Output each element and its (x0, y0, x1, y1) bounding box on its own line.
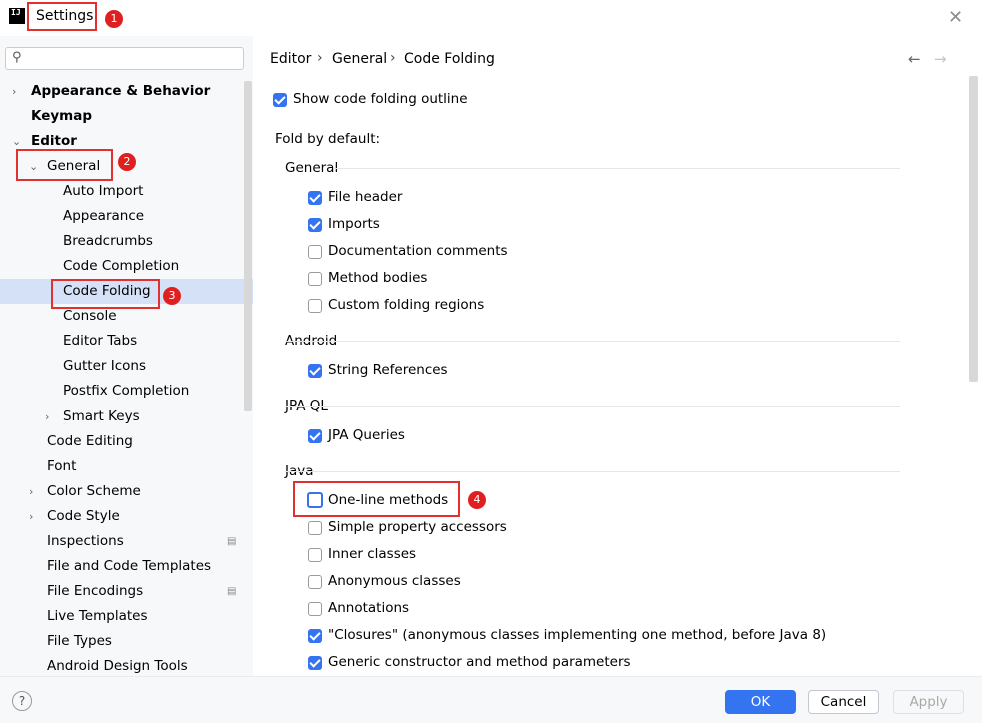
sidebar-item-file-types[interactable]: File Types (47, 629, 112, 654)
annotations-checkbox[interactable] (308, 602, 322, 616)
sidebar-item-code-completion[interactable]: Code Completion (63, 254, 179, 279)
chevron-right-icon[interactable]: › (29, 510, 33, 523)
window-title: Settings (36, 8, 94, 24)
dialog-footer: ? OK Cancel Apply (0, 676, 982, 723)
breadcrumb-separator: › (317, 50, 323, 66)
sidebar-item-general[interactable]: General (47, 154, 100, 179)
method-bodies-label: Method bodies (328, 270, 428, 286)
apply-button[interactable]: Apply (893, 690, 964, 714)
inner-classes-checkbox[interactable] (308, 548, 322, 562)
breadcrumb-code-folding: Code Folding (404, 51, 495, 67)
sidebar-item-console[interactable]: Console (63, 304, 117, 329)
method-bodies-checkbox[interactable] (308, 272, 322, 286)
chevron-down-icon[interactable]: ⌄ (29, 160, 38, 173)
simple-property-accessors-checkbox[interactable] (308, 521, 322, 535)
show-outline-label: Show code folding outline (293, 91, 468, 107)
search-input[interactable]: ⚲ (5, 47, 244, 70)
chevron-right-icon[interactable]: › (45, 410, 49, 423)
annotation-badge-2: 2 (118, 153, 136, 171)
custom-folding-regions-label: Custom folding regions (328, 297, 485, 313)
forward-arrow-icon[interactable]: → (934, 50, 947, 68)
section-separator (285, 471, 900, 472)
help-icon[interactable]: ? (12, 691, 32, 711)
sidebar-item-live-templates[interactable]: Live Templates (47, 604, 148, 629)
inner-classes-label: Inner classes (328, 546, 417, 562)
sidebar-item-code-editing[interactable]: Code Editing (47, 429, 133, 454)
annotation-badge-3: 3 (163, 287, 181, 305)
annotations-label: Annotations (328, 600, 410, 616)
generic-constructor-label: Generic constructor and method parameter… (328, 654, 631, 670)
file-header-checkbox[interactable] (308, 191, 322, 205)
sidebar-item-code-folding[interactable]: Code Folding (63, 279, 151, 304)
cancel-button[interactable]: Cancel (808, 690, 879, 714)
one-line-methods-checkbox[interactable] (307, 492, 323, 508)
documentation-comments-checkbox[interactable] (308, 245, 322, 259)
sidebar-item-gutter-icons[interactable]: Gutter Icons (63, 354, 146, 379)
section-general-title: General (285, 160, 339, 176)
app-logo-icon: IJ (9, 8, 25, 24)
sidebar-item-font[interactable]: Font (47, 454, 76, 479)
breadcrumb-editor[interactable]: Editor (270, 51, 311, 67)
imports-checkbox[interactable] (308, 218, 322, 232)
sidebar-item-code-style[interactable]: Code Style (47, 504, 120, 529)
title-bar: IJ Settings 1 ✕ (0, 0, 982, 36)
sidebar-item-auto-import[interactable]: Auto Import (63, 179, 143, 204)
sidebar-item-inspections[interactable]: Inspections (47, 529, 124, 554)
custom-folding-regions-checkbox[interactable] (308, 299, 322, 313)
sidebar-scrollbar[interactable] (244, 81, 252, 411)
settings-sidebar: ⚲ › Appearance & Behavior Keymap ⌄ Edito… (0, 36, 253, 676)
annotation-badge-1: 1 (105, 10, 123, 28)
section-separator (333, 168, 900, 169)
anonymous-classes-label: Anonymous classes (328, 573, 461, 589)
breadcrumb-general[interactable]: General (332, 51, 387, 67)
section-separator (285, 406, 900, 407)
show-outline-checkbox[interactable] (273, 93, 287, 107)
settings-content: Editor › General › Code Folding ← → Show… (253, 36, 982, 676)
chevron-right-icon[interactable]: › (29, 485, 33, 498)
documentation-comments-label: Documentation comments (328, 243, 508, 259)
generic-constructor-checkbox[interactable] (308, 656, 322, 670)
anonymous-classes-checkbox[interactable] (308, 575, 322, 589)
sidebar-item-appearance-behavior[interactable]: Appearance & Behavior (31, 79, 210, 104)
file-header-label: File header (328, 189, 403, 205)
chevron-right-icon[interactable]: › (12, 85, 16, 98)
jpa-queries-label: JPA Queries (328, 427, 405, 443)
breadcrumb-separator: › (390, 50, 396, 66)
closures-label: "Closures" (anonymous classes implementi… (328, 627, 827, 643)
sidebar-item-postfix-completion[interactable]: Postfix Completion (63, 379, 189, 404)
sidebar-item-keymap[interactable]: Keymap (31, 104, 92, 129)
sidebar-item-breadcrumbs[interactable]: Breadcrumbs (63, 229, 153, 254)
jpa-queries-checkbox[interactable] (308, 429, 322, 443)
back-arrow-icon[interactable]: ← (908, 50, 921, 68)
sidebar-item-android-design-tools[interactable]: Android Design Tools (47, 654, 188, 676)
sidebar-item-appearance[interactable]: Appearance (63, 204, 144, 229)
sidebar-item-color-scheme[interactable]: Color Scheme (47, 479, 141, 504)
fold-by-default-label: Fold by default: (275, 131, 381, 147)
sidebar-item-smart-keys[interactable]: Smart Keys (63, 404, 140, 429)
section-separator (285, 341, 900, 342)
ok-button[interactable]: OK (725, 690, 796, 714)
chevron-down-icon[interactable]: ⌄ (12, 135, 21, 148)
imports-label: Imports (328, 216, 380, 232)
string-references-label: String References (328, 362, 448, 378)
annotation-badge-4: 4 (468, 491, 486, 509)
sidebar-item-file-code-templates[interactable]: File and Code Templates (47, 554, 211, 579)
closures-checkbox[interactable] (308, 629, 322, 643)
one-line-methods-label: One-line methods (328, 492, 449, 508)
close-icon[interactable]: ✕ (948, 7, 963, 28)
string-references-checkbox[interactable] (308, 364, 322, 378)
simple-property-accessors-label: Simple property accessors (328, 519, 507, 535)
list-icon: ▤ (227, 536, 237, 547)
list-icon: ▤ (227, 586, 237, 597)
search-icon: ⚲ (12, 50, 22, 65)
sidebar-item-file-encodings[interactable]: File Encodings (47, 579, 143, 604)
content-scrollbar[interactable] (969, 76, 978, 382)
sidebar-item-editor-tabs[interactable]: Editor Tabs (63, 329, 137, 354)
